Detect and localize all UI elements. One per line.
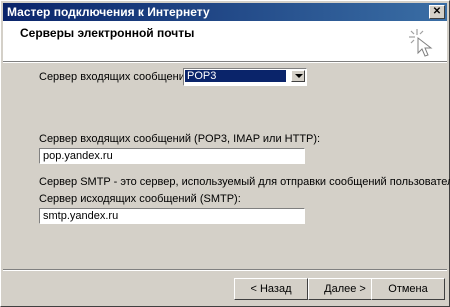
smtp-note: Сервер SMTP - это сервер, используемый д… (39, 176, 450, 188)
incoming-type-select[interactable]: POP3 (183, 68, 307, 86)
footer-separator-highlight (3, 270, 447, 271)
incoming-type-label: Сервер входящих сообщений: (39, 71, 195, 83)
close-button[interactable]: ✕ (429, 5, 445, 19)
incoming-server-label: Сервер входящих сообщений (POP3, IMAP ил… (39, 133, 321, 145)
wizard-window: Мастер подключения к Интернету ✕ Серверы… (0, 0, 450, 307)
back-button[interactable]: < Назад (234, 278, 308, 300)
header-separator (3, 62, 447, 63)
page-title: Серверы электронной почты (20, 26, 195, 40)
title-bar[interactable]: Мастер подключения к Интернету ✕ (3, 3, 447, 21)
outgoing-server-input[interactable] (39, 208, 305, 224)
window-title: Мастер подключения к Интернету (7, 5, 210, 19)
chevron-down-icon[interactable] (291, 70, 305, 82)
incoming-type-value: POP3 (185, 70, 286, 82)
wizard-header: Серверы электронной почты (3, 21, 447, 62)
cancel-button[interactable]: Отмена (371, 278, 445, 300)
incoming-server-input[interactable] (39, 148, 305, 164)
wizard-sparkle-icon (409, 29, 433, 57)
outgoing-server-label: Сервер исходящих сообщений (SMTP): (39, 193, 241, 205)
